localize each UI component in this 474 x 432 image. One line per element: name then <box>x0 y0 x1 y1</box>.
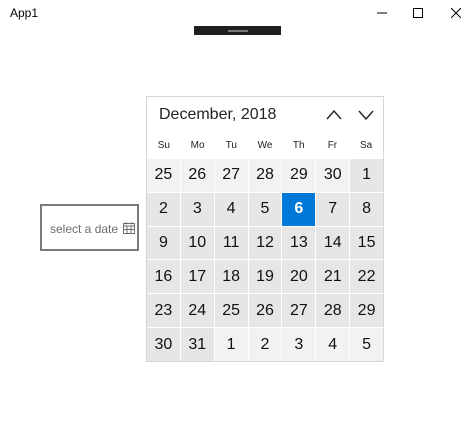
close-button[interactable] <box>438 0 474 26</box>
day-cell[interactable]: 3 <box>282 328 316 361</box>
day-cell[interactable]: 21 <box>316 260 350 294</box>
day-cell[interactable]: 10 <box>180 226 214 260</box>
day-cell[interactable]: 13 <box>282 226 316 260</box>
day-cell[interactable]: 17 <box>180 260 214 294</box>
day-cell[interactable]: 29 <box>282 159 316 192</box>
day-cell[interactable]: 20 <box>282 260 316 294</box>
calendar-flyout: December, 2018 Su Mo Tu We Th Fr Sa 25 26 27 28 29… <box>146 96 384 362</box>
date-placeholder: select a date <box>50 222 119 236</box>
day-cell[interactable]: 15 <box>350 226 383 260</box>
next-month-button[interactable] <box>353 103 379 127</box>
day-cell[interactable]: 2 <box>147 192 180 226</box>
weekday-label: Sa <box>360 140 373 151</box>
weekday-label: Tu <box>225 140 237 151</box>
calendar-header: December, 2018 <box>147 97 383 133</box>
day-grid: 25 26 27 28 29 30 1 2 3 4 5 6 7 8 9 10 11 12 13 14 15 16 17 18 1… <box>147 159 383 361</box>
day-cell[interactable]: 4 <box>214 192 248 226</box>
day-cell[interactable]: 8 <box>350 192 383 226</box>
day-cell[interactable]: 26 <box>180 159 214 192</box>
close-icon <box>451 8 461 18</box>
month-year-label[interactable]: December, 2018 <box>159 106 276 124</box>
chevron-up-icon <box>326 110 342 120</box>
day-cell[interactable]: 24 <box>180 294 214 328</box>
day-cell[interactable]: 19 <box>248 260 282 294</box>
day-cell[interactable]: 28 <box>248 159 282 192</box>
minimize-icon <box>377 12 387 14</box>
weekday-label: Su <box>157 140 170 151</box>
maximize-icon <box>413 8 423 18</box>
day-cell[interactable]: 23 <box>147 294 180 328</box>
day-cell[interactable]: 5 <box>248 192 282 226</box>
day-cell[interactable]: 1 <box>350 159 383 192</box>
weekday-label: We <box>257 140 273 151</box>
previous-month-button[interactable] <box>321 103 347 127</box>
day-cell[interactable]: 31 <box>180 328 214 361</box>
day-cell[interactable]: 29 <box>350 294 383 328</box>
maximize-button[interactable] <box>400 0 436 26</box>
day-cell[interactable]: 28 <box>316 294 350 328</box>
day-cell[interactable]: 3 <box>180 192 214 226</box>
day-cell[interactable]: 11 <box>214 226 248 260</box>
toolbar-grip <box>228 30 248 32</box>
weekday-label: Th <box>292 140 305 151</box>
day-cell[interactable]: 22 <box>350 260 383 294</box>
day-cell[interactable]: 9 <box>147 226 180 260</box>
weekday-header-row: Su Mo Tu We Th Fr Sa <box>147 133 383 159</box>
day-cell[interactable]: 5 <box>350 328 383 361</box>
day-cell[interactable]: 12 <box>248 226 282 260</box>
chevron-down-icon <box>358 110 374 120</box>
title-bar: App1 <box>0 0 474 26</box>
weekday-label: Mo <box>190 140 205 151</box>
day-cell[interactable]: 2 <box>248 328 282 361</box>
day-cell[interactable]: 25 <box>147 159 180 192</box>
day-cell[interactable]: 30 <box>316 159 350 192</box>
calendar-icon <box>123 222 135 234</box>
weekday-label: Fr <box>327 140 338 151</box>
day-cell-today[interactable]: 6 <box>282 192 316 226</box>
day-cell[interactable]: 1 <box>214 328 248 361</box>
day-cell[interactable]: 4 <box>316 328 350 361</box>
minimize-button[interactable] <box>364 0 400 26</box>
day-cell[interactable]: 27 <box>282 294 316 328</box>
day-cell[interactable]: 16 <box>147 260 180 294</box>
date-picker-input[interactable]: select a date <box>40 204 139 251</box>
day-cell[interactable]: 27 <box>214 159 248 192</box>
day-cell[interactable]: 25 <box>214 294 248 328</box>
day-cell[interactable]: 18 <box>214 260 248 294</box>
window-title: App1 <box>10 6 39 20</box>
day-cell[interactable]: 30 <box>147 328 180 361</box>
debug-toolbar[interactable] <box>194 26 281 35</box>
day-cell[interactable]: 26 <box>248 294 282 328</box>
day-cell[interactable]: 14 <box>316 226 350 260</box>
day-cell[interactable]: 7 <box>316 192 350 226</box>
